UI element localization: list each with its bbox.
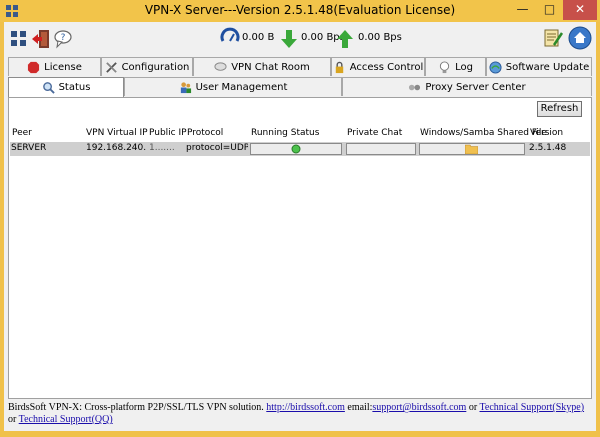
- footer-info: BirdsSoft VPN-X: Cross-platform P2P/SSL/…: [8, 402, 592, 430]
- tab-vpn-chat-room[interactable]: VPN Chat Room: [193, 57, 331, 76]
- column-header-running-status[interactable]: Running Status: [251, 128, 319, 138]
- table-row[interactable]: SERVER 192.168.240.1 1....... protocol=U…: [10, 142, 590, 156]
- qq-support-link[interactable]: Technical Support(QQ): [19, 414, 113, 425]
- main-window: ? 0.00 B 0.00 Bps 0.00 Bps License Confi…: [4, 22, 596, 431]
- tab-license[interactable]: License: [8, 57, 101, 76]
- title-bar: VPN-X Server---Version 2.5.1.48(Evaluati…: [0, 0, 600, 22]
- column-header-peer[interactable]: Peer: [12, 128, 32, 138]
- tab-label: License: [44, 61, 82, 73]
- private-chat-button[interactable]: [346, 143, 416, 155]
- cell-public-ip: 1.......: [149, 143, 175, 153]
- license-stop-icon: [28, 61, 40, 73]
- cell-peer: SERVER: [11, 143, 47, 153]
- tab-label: Log: [455, 61, 473, 73]
- exit-door-icon[interactable]: [30, 28, 52, 50]
- chat-icon: [214, 61, 227, 71]
- skype-support-link[interactable]: Technical Support(Skype): [480, 402, 585, 413]
- tab-label: User Management: [195, 81, 288, 93]
- website-link[interactable]: http://birdssoft.com: [266, 402, 345, 413]
- tab-status[interactable]: Status: [8, 77, 124, 97]
- traffic-meter-icon: [220, 27, 240, 42]
- grid-menu-icon[interactable]: [8, 28, 30, 50]
- footer-text: or: [8, 414, 17, 425]
- email-link[interactable]: support@birdssoft.com: [372, 402, 466, 413]
- tab-configuration[interactable]: Configuration: [101, 57, 193, 76]
- tab-access-control[interactable]: Access Control: [331, 57, 425, 76]
- running-status-cell: [250, 143, 342, 155]
- column-header-vpn-virtual-ip[interactable]: VPN Virtual IP: [86, 128, 148, 138]
- table-header: Peer VPN Virtual IP Public IP Protocol R…: [10, 126, 590, 141]
- status-panel: Refresh Peer VPN Virtual IP Public IP Pr…: [8, 97, 592, 399]
- column-header-version[interactable]: Version: [530, 128, 563, 138]
- tab-proxy-server-center[interactable]: Proxy Server Center: [342, 77, 592, 96]
- help-bubble-icon[interactable]: ?: [52, 28, 74, 50]
- cell-protocol: protocol=UDP,...: [186, 143, 248, 153]
- configuration-tools-icon: [105, 61, 117, 73]
- users-icon: [180, 81, 191, 93]
- column-header-protocol[interactable]: Protocol: [187, 128, 223, 138]
- tabs-bottom-row: Status User Management Proxy Server Cent…: [8, 77, 592, 97]
- close-button[interactable]: ✕: [563, 0, 597, 20]
- tabs-top-row: License Configuration VPN Chat Room Acce…: [8, 57, 592, 76]
- update-globe-icon: [489, 60, 502, 74]
- upload-rate: 0.00 Bps: [358, 32, 402, 43]
- shared-file-button[interactable]: [419, 143, 525, 155]
- tab-user-management[interactable]: User Management: [124, 77, 342, 96]
- upload-arrow-icon: [337, 30, 353, 48]
- column-header-shared-file[interactable]: Windows/Samba Shared File: [420, 128, 547, 138]
- status-magnifier-icon: [42, 82, 55, 94]
- green-status-light-icon: [291, 144, 301, 154]
- total-traffic: 0.00 B: [242, 32, 275, 43]
- svg-text:?: ?: [61, 33, 66, 43]
- download-arrow-icon: [281, 30, 297, 48]
- footer-text: or: [468, 402, 478, 413]
- lock-icon: [335, 61, 343, 73]
- column-header-private-chat[interactable]: Private Chat: [347, 128, 402, 138]
- home-icon[interactable]: [568, 26, 592, 50]
- refresh-button[interactable]: Refresh: [537, 101, 582, 117]
- tab-label: Status: [58, 82, 91, 93]
- bulb-icon: [439, 60, 450, 73]
- cell-version: 2.5.1.48: [529, 143, 567, 153]
- cell-vpn-virtual-ip: 192.168.240.1: [86, 143, 146, 153]
- tab-label: Software Update: [505, 61, 590, 73]
- column-header-public-ip[interactable]: Public IP: [149, 128, 187, 138]
- notepad-edit-icon[interactable]: [542, 27, 564, 49]
- footer-text: BirdsSoft VPN-X: Cross-platform P2P/SSL/…: [8, 402, 264, 413]
- maximize-button[interactable]: □: [536, 0, 563, 20]
- toolbar: ? 0.00 B 0.00 Bps 0.00 Bps: [4, 22, 596, 56]
- tab-label: Access Control: [349, 61, 424, 73]
- tab-label: Configuration: [121, 61, 190, 73]
- folder-icon: [465, 144, 478, 154]
- minimize-button[interactable]: —: [509, 0, 536, 20]
- tab-software-update[interactable]: Software Update: [486, 57, 592, 76]
- tab-label: Proxy Server Center: [425, 81, 526, 93]
- proxy-icon: [409, 84, 421, 90]
- tab-label: VPN Chat Room: [231, 61, 310, 73]
- tab-log[interactable]: Log: [425, 57, 486, 76]
- footer-text: email:: [347, 402, 373, 413]
